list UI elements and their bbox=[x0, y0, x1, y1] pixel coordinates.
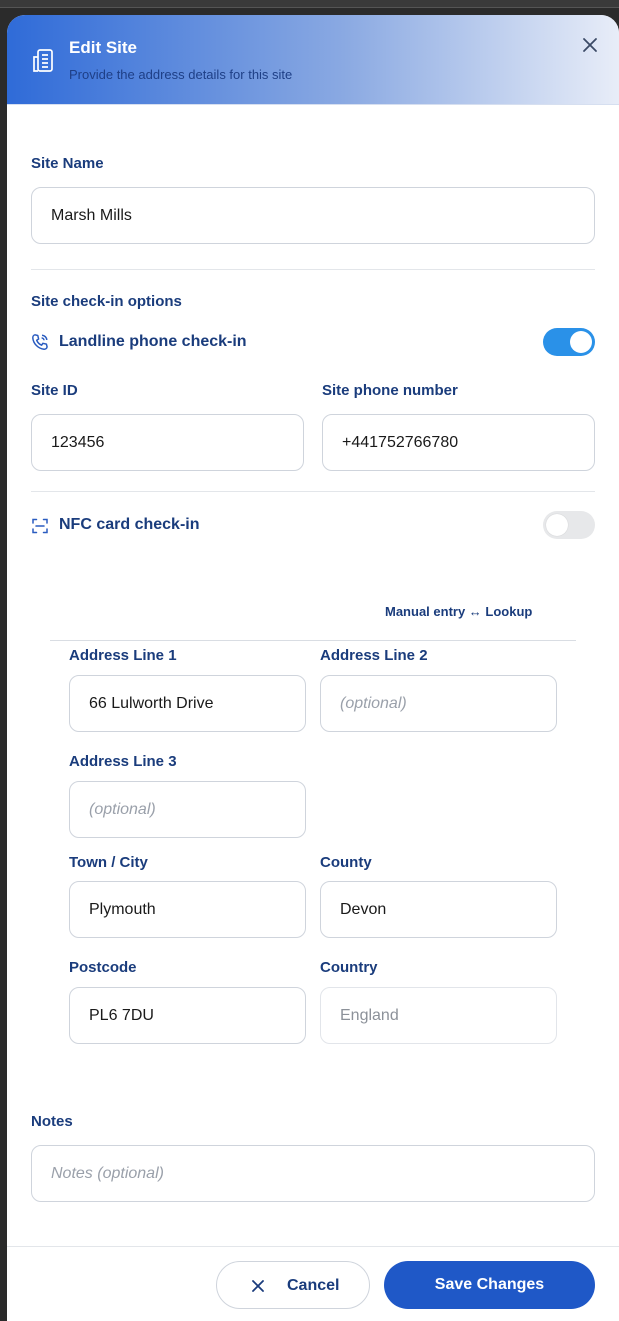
postcode-label: Postcode bbox=[69, 959, 137, 976]
window-top-strip bbox=[0, 0, 619, 8]
modal-title: Edit Site bbox=[69, 38, 138, 57]
edit-site-modal: Edit Site Provide the address details fo… bbox=[7, 15, 619, 1321]
building-icon bbox=[33, 49, 53, 72]
postcode-input[interactable] bbox=[69, 987, 306, 1044]
site-name-input[interactable] bbox=[31, 187, 595, 244]
modal-header: Edit Site Provide the address details fo… bbox=[7, 15, 619, 105]
county-input[interactable] bbox=[320, 881, 557, 938]
toggle-knob bbox=[570, 331, 592, 353]
notes-label: Notes bbox=[31, 1113, 73, 1130]
scan-icon bbox=[32, 518, 48, 534]
site-name-label: Site Name bbox=[31, 155, 104, 172]
address-line2-input[interactable] bbox=[320, 675, 557, 732]
x-icon bbox=[252, 1280, 264, 1292]
modal-subtitle: Provide the address details for this sit… bbox=[69, 67, 293, 82]
nfc-checkin-toggle[interactable] bbox=[543, 511, 595, 539]
site-id-label: Site ID bbox=[31, 382, 78, 399]
divider bbox=[50, 640, 576, 641]
country-label: Country bbox=[320, 959, 378, 976]
footer-divider bbox=[7, 1246, 619, 1247]
address-mode-link[interactable]: Manual entry ↔ Lookup bbox=[385, 604, 532, 619]
address-line3-input[interactable] bbox=[69, 781, 306, 838]
nfc-checkin-label: NFC card check-in bbox=[59, 516, 200, 533]
address-line2-label: Address Line 2 bbox=[320, 647, 428, 664]
phone-icon bbox=[32, 334, 48, 350]
divider bbox=[31, 269, 595, 270]
address-line1-label: Address Line 1 bbox=[69, 647, 177, 664]
close-icon[interactable] bbox=[581, 36, 599, 54]
cancel-button-label: Cancel bbox=[287, 1277, 340, 1294]
cancel-button[interactable]: Cancel bbox=[216, 1261, 370, 1309]
notes-input[interactable] bbox=[31, 1145, 595, 1202]
site-phone-input[interactable] bbox=[322, 414, 595, 471]
site-id-input[interactable] bbox=[31, 414, 304, 471]
toggle-knob bbox=[546, 514, 568, 536]
landline-checkin-label: Landline phone check-in bbox=[59, 333, 247, 350]
divider bbox=[31, 491, 595, 492]
site-phone-label: Site phone number bbox=[322, 382, 458, 399]
country-input bbox=[320, 987, 557, 1044]
town-input[interactable] bbox=[69, 881, 306, 938]
save-changes-button[interactable]: Save Changes bbox=[384, 1261, 595, 1309]
county-label: County bbox=[320, 854, 372, 871]
address-line1-input[interactable] bbox=[69, 675, 306, 732]
checkin-section-title: Site check-in options bbox=[31, 293, 182, 310]
address-line3-label: Address Line 3 bbox=[69, 753, 177, 770]
town-label: Town / City bbox=[69, 854, 148, 871]
landline-checkin-toggle[interactable] bbox=[543, 328, 595, 356]
